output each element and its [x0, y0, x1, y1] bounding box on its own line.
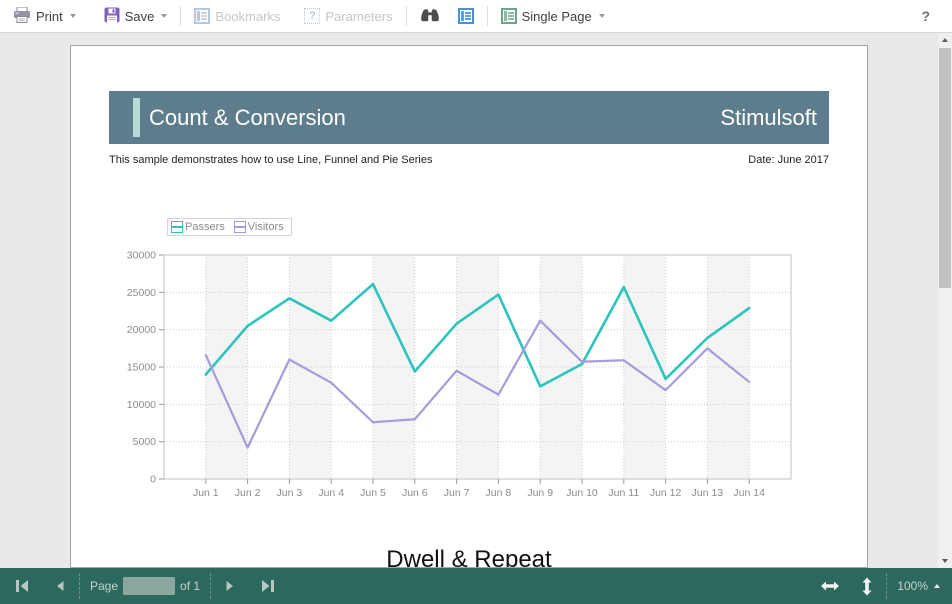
chevron-down-icon [70, 14, 76, 18]
report-header-band: Count & Conversion Stimulsoft [109, 91, 829, 144]
next-page-icon [223, 579, 237, 593]
legend-swatch [234, 221, 246, 233]
statusbar-separator [886, 573, 887, 599]
single-page-icon [501, 8, 517, 24]
chevron-up-icon [934, 584, 940, 588]
zoom-level-label: 100% [897, 579, 928, 593]
line-chart: 0 5000 10000 15000 20000 25000 30000 Jun 1 Jun 2… [127, 249, 807, 509]
binoculars-icon [420, 7, 440, 25]
printer-icon [13, 7, 31, 26]
svg-text:25000: 25000 [127, 287, 156, 299]
svg-text:Jun 8: Jun 8 [486, 487, 512, 499]
legend-swatch [171, 221, 183, 233]
brand-name: Stimulsoft [720, 105, 817, 131]
svg-text:Jun 5: Jun 5 [360, 487, 386, 499]
svg-text:Jun 2: Jun 2 [235, 487, 261, 499]
svg-text:Jun 6: Jun 6 [402, 487, 428, 499]
header-accent-bar [133, 98, 140, 137]
last-page-button[interactable] [257, 577, 278, 595]
vertical-scrollbar[interactable] [938, 33, 952, 568]
bookmarks-icon [194, 8, 210, 24]
svg-text:Jun 14: Jun 14 [733, 487, 765, 499]
previous-page-button[interactable] [51, 577, 69, 595]
fit-page-height-button[interactable] [858, 575, 876, 598]
report-page: Count & Conversion Stimulsoft This sampl… [70, 45, 868, 568]
svg-text:Jun 10: Jun 10 [566, 487, 598, 499]
legend-label: Passers [185, 221, 225, 233]
report-subtitle: This sample demonstrates how to use Line… [109, 154, 432, 166]
fit-width-icon [820, 579, 840, 593]
bookmarks-label: Bookmarks [215, 9, 280, 24]
svg-text:Jun 4: Jun 4 [318, 487, 344, 499]
find-button[interactable] [413, 4, 447, 28]
status-bar: Page of 1 100% [0, 568, 952, 604]
first-page-icon [14, 579, 31, 593]
legend-item: Visitors [234, 221, 284, 233]
svg-text:5000: 5000 [133, 436, 157, 448]
save-button[interactable]: Save [97, 4, 175, 29]
svg-text:Jun 13: Jun 13 [692, 487, 724, 499]
fit-height-icon [860, 577, 874, 596]
chart-legend: Passers Visitors [167, 218, 292, 236]
toolbar-separator [180, 6, 181, 26]
next-section-title: Dwell & Repeat [71, 546, 867, 568]
toolbar-separator [406, 6, 407, 26]
save-label: Save [125, 9, 155, 24]
page-total-label: of 1 [180, 579, 200, 593]
chevron-down-icon [599, 14, 605, 18]
print-label: Print [36, 9, 63, 24]
view-mode-label: Single Page [522, 9, 592, 24]
report-date: Date: June 2017 [748, 154, 829, 166]
fit-page-width-button[interactable] [818, 577, 842, 595]
svg-text:Jun 11: Jun 11 [608, 487, 639, 499]
svg-text:Jun 12: Jun 12 [650, 487, 682, 499]
previous-page-icon [53, 579, 67, 593]
parameters-button[interactable]: ? Parameters [297, 5, 399, 27]
svg-text:Jun 9: Jun 9 [527, 487, 553, 499]
svg-text:10000: 10000 [127, 399, 156, 411]
report-title: Count & Conversion [149, 105, 346, 131]
svg-text:15000: 15000 [127, 362, 156, 374]
arrow-up-icon[interactable] [938, 33, 952, 47]
svg-text:Jun 3: Jun 3 [277, 487, 303, 499]
svg-text:20000: 20000 [127, 324, 156, 336]
view-mode-button[interactable]: Single Page [494, 5, 612, 27]
toolbar: Print Save Bookmarks ? Parameters [0, 0, 952, 33]
viewer-content: Count & Conversion Stimulsoft This sampl… [0, 33, 952, 568]
page-label: Page [90, 579, 118, 593]
last-page-icon [259, 579, 276, 593]
toolbar-separator [487, 6, 488, 26]
print-button[interactable]: Print [6, 4, 83, 29]
parameters-label: Parameters [325, 9, 392, 24]
svg-text:Jun 7: Jun 7 [444, 487, 470, 499]
page-panel-icon [458, 8, 474, 24]
page-number-input[interactable] [123, 577, 175, 595]
scrollbar-thumb[interactable] [939, 48, 951, 288]
svg-text:0: 0 [150, 474, 156, 486]
chevron-down-icon [161, 14, 167, 18]
svg-text:30000: 30000 [127, 250, 156, 262]
statusbar-separator [79, 573, 80, 599]
zoom-control[interactable]: 100% [897, 579, 940, 593]
page-panel-button[interactable] [451, 5, 481, 27]
legend-label: Visitors [248, 221, 284, 233]
arrow-down-icon[interactable] [938, 554, 952, 568]
legend-item: Passers [171, 221, 225, 233]
bookmarks-button[interactable]: Bookmarks [187, 5, 287, 27]
svg-text:Jun 1: Jun 1 [193, 487, 219, 499]
parameters-icon: ? [304, 8, 320, 24]
floppy-disk-icon [104, 7, 120, 26]
next-page-button[interactable] [221, 577, 239, 595]
first-page-button[interactable] [12, 577, 33, 595]
help-button[interactable]: ? [921, 8, 930, 24]
statusbar-separator [210, 573, 211, 599]
